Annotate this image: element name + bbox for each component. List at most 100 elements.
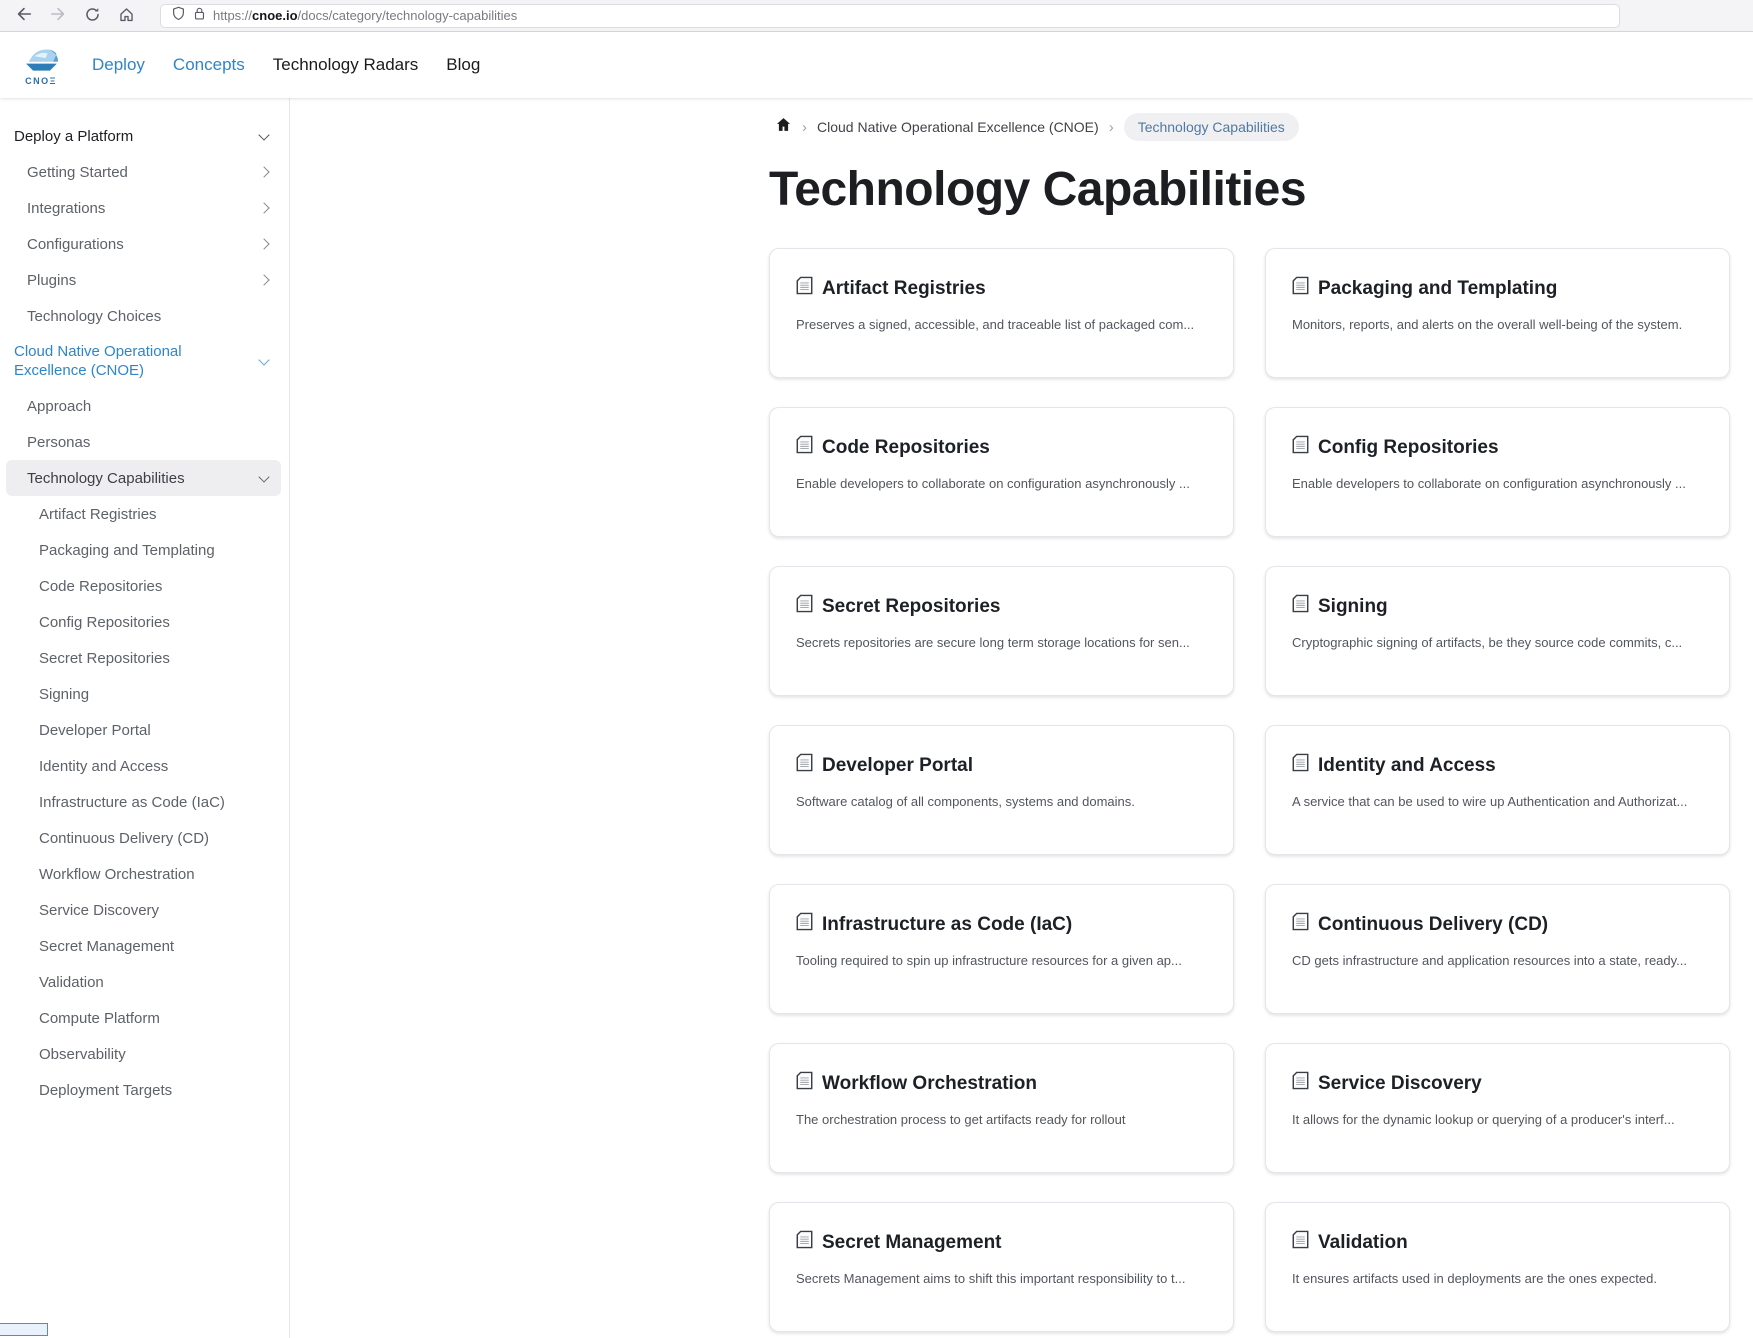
- sidebar-item-continuous-delivery[interactable]: Continuous Delivery (CD): [0, 820, 281, 856]
- sidebar-item-secret-repositories[interactable]: Secret Repositories: [0, 640, 281, 676]
- document-icon: [1292, 594, 1309, 619]
- url-bar[interactable]: https://cnoe.io/docs/category/technology…: [160, 4, 1620, 28]
- forward-button[interactable]: [44, 3, 72, 29]
- card-title: Developer Portal: [822, 755, 973, 777]
- sidebar-item-infrastructure-as-code[interactable]: Infrastructure as Code (IaC): [0, 784, 281, 820]
- sidebar-item-observability[interactable]: Observability: [0, 1036, 281, 1072]
- card-service-discovery[interactable]: Service Discovery It allows for the dyna…: [1265, 1043, 1730, 1173]
- sidebar-item-approach[interactable]: Approach: [0, 388, 281, 424]
- sidebar-item-technology-capabilities[interactable]: Technology Capabilities: [6, 460, 281, 496]
- sidebar-item-label: Identity and Access: [39, 757, 168, 776]
- sidebar-item-label: Service Discovery: [39, 901, 159, 920]
- chevron-down-icon: [258, 129, 269, 140]
- sidebar-item-cnoe[interactable]: Cloud Native Operational Excellence (CNO…: [0, 334, 281, 388]
- card-description: It ensures artifacts used in deployments…: [1292, 1271, 1703, 1286]
- breadcrumb-home-link[interactable]: [775, 116, 792, 138]
- nav-link-concepts[interactable]: Concepts: [173, 55, 245, 75]
- card-title: Infrastructure as Code (IaC): [822, 914, 1072, 936]
- card-description: Cryptographic signing of artifacts, be t…: [1292, 635, 1703, 650]
- sidebar-item-workflow-orchestration[interactable]: Workflow Orchestration: [0, 856, 281, 892]
- card-description: Enable developers to collaborate on conf…: [1292, 476, 1703, 491]
- sidebar-item-label: Packaging and Templating: [39, 541, 215, 560]
- card-title: Artifact Registries: [822, 278, 986, 300]
- card-description: It allows for the dynamic lookup or quer…: [1292, 1112, 1703, 1127]
- sidebar-item-configurations[interactable]: Configurations: [0, 226, 281, 262]
- chevron-right-icon: [258, 166, 269, 177]
- sidebar-item-packaging-and-templating[interactable]: Packaging and Templating: [0, 532, 281, 568]
- sidebar-item-label: Config Repositories: [39, 613, 170, 632]
- breadcrumb-item-cnoe[interactable]: Cloud Native Operational Excellence (CNO…: [817, 119, 1099, 135]
- card-title: Identity and Access: [1318, 755, 1496, 777]
- sidebar-item-validation[interactable]: Validation: [0, 964, 281, 1000]
- home-button[interactable]: [112, 3, 140, 29]
- sidebar-item-technology-choices[interactable]: Technology Choices: [0, 298, 281, 334]
- sidebar-item-signing[interactable]: Signing: [0, 676, 281, 712]
- nav-link-blog[interactable]: Blog: [446, 55, 480, 75]
- sidebar-item-label: Signing: [39, 685, 89, 704]
- sidebar-item-artifact-registries[interactable]: Artifact Registries: [0, 496, 281, 532]
- card-title: Service Discovery: [1318, 1073, 1482, 1095]
- card-description: Enable developers to collaborate on conf…: [796, 476, 1207, 491]
- sidebar-item-label: Workflow Orchestration: [39, 865, 195, 884]
- chevron-down-icon: [258, 354, 269, 365]
- sidebar-item-developer-portal[interactable]: Developer Portal: [0, 712, 281, 748]
- card-developer-portal[interactable]: Developer Portal Software catalog of all…: [769, 725, 1234, 855]
- back-button[interactable]: [10, 3, 38, 29]
- sidebar-item-label: Deploy a Platform: [14, 127, 133, 146]
- back-arrow-icon: [15, 5, 33, 26]
- breadcrumb-separator: ›: [1109, 119, 1114, 136]
- card-description: A service that can be used to wire up Au…: [1292, 794, 1703, 809]
- sidebar-item-plugins[interactable]: Plugins: [0, 262, 281, 298]
- card-secret-repositories[interactable]: Secret Repositories Secrets repositories…: [769, 566, 1234, 696]
- sidebar-item-label: Cloud Native Operational Excellence (CNO…: [14, 342, 219, 380]
- document-icon: [796, 912, 813, 937]
- sidebar-item-identity-and-access[interactable]: Identity and Access: [0, 748, 281, 784]
- sidebar-item-label: Artifact Registries: [39, 505, 157, 524]
- card-title: Validation: [1318, 1232, 1408, 1254]
- sidebar-item-deploy-a-platform[interactable]: Deploy a Platform: [0, 118, 281, 154]
- card-continuous-delivery[interactable]: Continuous Delivery (CD) CD gets infrast…: [1265, 884, 1730, 1014]
- url-path: /docs/category/technology-capabilities: [298, 8, 518, 23]
- card-artifact-registries[interactable]: Artifact Registries Preserves a signed, …: [769, 248, 1234, 378]
- sidebar-item-label: Approach: [27, 397, 91, 416]
- sidebar-item-personas[interactable]: Personas: [0, 424, 281, 460]
- card-infrastructure-as-code[interactable]: Infrastructure as Code (IaC) Tooling req…: [769, 884, 1234, 1014]
- browser-toolbar: https://cnoe.io/docs/category/technology…: [0, 0, 1753, 32]
- nav-link-deploy[interactable]: Deploy: [92, 55, 145, 75]
- card-description: Tooling required to spin up infrastructu…: [796, 953, 1207, 968]
- card-identity-and-access[interactable]: Identity and Access A service that can b…: [1265, 725, 1730, 855]
- sidebar-item-integrations[interactable]: Integrations: [0, 190, 281, 226]
- card-code-repositories[interactable]: Code Repositories Enable developers to c…: [769, 407, 1234, 537]
- sidebar-item-service-discovery[interactable]: Service Discovery: [0, 892, 281, 928]
- card-secret-management[interactable]: Secret Management Secrets Management aim…: [769, 1202, 1234, 1332]
- url-domain: cnoe.io: [252, 8, 298, 23]
- sidebar-item-label: Getting Started: [27, 163, 128, 182]
- main-content: › Cloud Native Operational Excellence (C…: [290, 98, 1753, 1338]
- sidebar-item-config-repositories[interactable]: Config Repositories: [0, 604, 281, 640]
- sidebar-item-secret-management[interactable]: Secret Management: [0, 928, 281, 964]
- sidebar-item-label: Infrastructure as Code (IaC): [39, 793, 225, 812]
- sidebar-item-label: Validation: [39, 973, 104, 992]
- document-icon: [1292, 276, 1309, 301]
- reload-button[interactable]: [78, 3, 106, 29]
- card-packaging-and-templating[interactable]: Packaging and Templating Monitors, repor…: [1265, 248, 1730, 378]
- cards-grid: Artifact Registries Preserves a signed, …: [769, 248, 1730, 1332]
- nav-link-technology-radars[interactable]: Technology Radars: [273, 55, 419, 75]
- document-icon: [796, 276, 813, 301]
- document-icon: [1292, 435, 1309, 460]
- card-validation[interactable]: Validation It ensures artifacts used in …: [1265, 1202, 1730, 1332]
- sidebar: Deploy a Platform Getting Started Integr…: [0, 98, 290, 1338]
- card-signing[interactable]: Signing Cryptographic signing of artifac…: [1265, 566, 1730, 696]
- cnoe-boat-icon: [21, 45, 61, 78]
- sidebar-item-label: Technology Capabilities: [27, 469, 185, 488]
- sidebar-item-getting-started[interactable]: Getting Started: [0, 154, 281, 190]
- sidebar-item-label: Continuous Delivery (CD): [39, 829, 209, 848]
- card-workflow-orchestration[interactable]: Workflow Orchestration The orchestration…: [769, 1043, 1234, 1173]
- sidebar-item-compute-platform[interactable]: Compute Platform: [0, 1000, 281, 1036]
- sidebar-item-code-repositories[interactable]: Code Repositories: [0, 568, 281, 604]
- card-title: Config Repositories: [1318, 437, 1499, 459]
- card-config-repositories[interactable]: Config Repositories Enable developers to…: [1265, 407, 1730, 537]
- document-icon: [796, 594, 813, 619]
- sidebar-item-deployment-targets[interactable]: Deployment Targets: [0, 1072, 281, 1108]
- cnoe-logo[interactable]: CNOΞ: [18, 45, 64, 86]
